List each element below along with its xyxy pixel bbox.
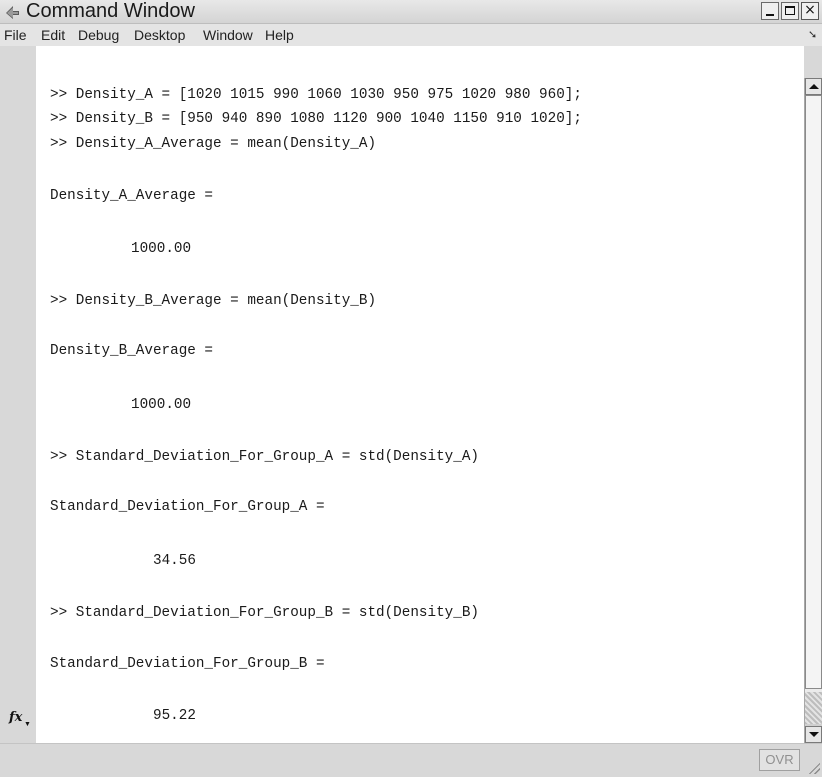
minimize-button[interactable]	[761, 2, 779, 20]
status-bar: OVR	[0, 743, 822, 777]
console-command: >> Standard_Deviation_For_Group_B = std(…	[50, 605, 479, 621]
title-bar[interactable]: Command Window ×	[0, 0, 822, 24]
left-gutter	[0, 46, 36, 743]
menu-bar: File Edit Debug Desktop Window Help ➘	[0, 24, 822, 46]
console-output-value: 34.56	[153, 553, 196, 569]
maximize-button[interactable]	[781, 2, 799, 20]
scroll-gap	[805, 692, 822, 724]
console-output-label: Standard_Deviation_For_Group_B =	[50, 656, 325, 672]
console-output-value: 1000.00	[131, 397, 192, 413]
maximize-icon	[785, 6, 795, 15]
scroll-up-button[interactable]	[805, 78, 822, 95]
window-title: Command Window	[26, 0, 195, 22]
minimize-icon	[766, 14, 774, 16]
console-output[interactable]: >> Density_A = [1020 1015 990 1060 1030 …	[36, 46, 804, 743]
console-command: >> Density_A = [1020 1015 990 1060 1030 …	[50, 87, 582, 103]
overwrite-indicator: OVR	[759, 749, 800, 771]
console-output-value: 95.22	[153, 708, 196, 724]
function-browser-icon[interactable]: fx	[9, 710, 22, 725]
scroll-thumb[interactable]	[805, 95, 822, 689]
arrow-down-icon	[809, 732, 819, 737]
menu-window[interactable]: Window	[202, 24, 254, 46]
command-window-icon	[6, 6, 19, 19]
arrow-up-icon	[809, 84, 819, 89]
console-output-label: Density_A_Average =	[50, 188, 214, 204]
console-command: >> Density_A_Average = mean(Density_A)	[50, 136, 377, 152]
console-command: >> Standard_Deviation_For_Group_A = std(…	[50, 449, 479, 465]
menu-file[interactable]: File	[3, 24, 28, 46]
resize-grip-icon[interactable]	[806, 760, 820, 774]
scroll-down-button[interactable]	[805, 726, 822, 743]
console-output-label: Density_B_Average =	[50, 343, 214, 359]
command-window: Command Window × File Edit Debug Desktop…	[0, 0, 822, 777]
vertical-scrollbar[interactable]	[804, 78, 822, 743]
console-command: >> Density_B = [950 940 890 1080 1120 90…	[50, 111, 582, 127]
console-output-label: Standard_Deviation_For_Group_A =	[50, 499, 325, 515]
menu-help[interactable]: Help	[264, 24, 295, 46]
close-icon: ×	[804, 2, 816, 18]
menu-desktop[interactable]: Desktop	[133, 24, 186, 46]
console-output-value: 1000.00	[131, 241, 192, 257]
undock-arrow-icon[interactable]: ➘	[808, 24, 817, 46]
close-button[interactable]: ×	[801, 2, 819, 20]
menu-debug[interactable]: Debug	[77, 24, 120, 46]
console-command: >> Density_B_Average = mean(Density_B)	[50, 293, 377, 309]
menu-edit[interactable]: Edit	[40, 24, 66, 46]
fx-dropdown-icon: ▼	[24, 720, 31, 728]
